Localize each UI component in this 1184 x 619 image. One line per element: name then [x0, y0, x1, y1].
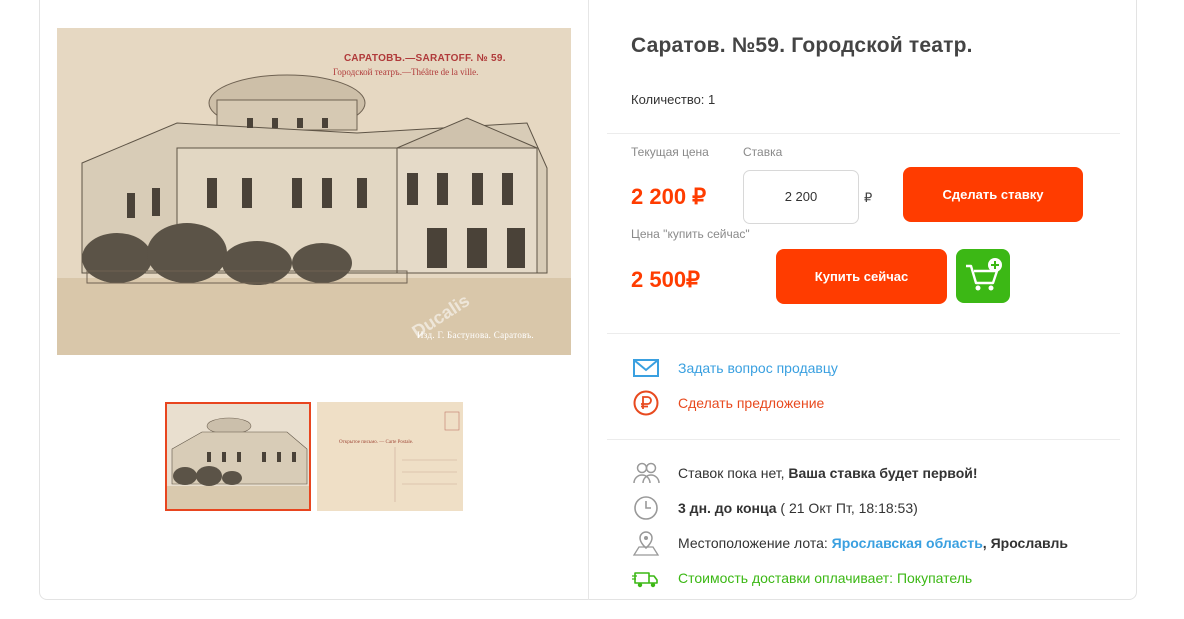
time-text: 3 дн. до конца ( 21 Окт Пт, 18:18:53)	[678, 500, 918, 516]
lot-title: Саратов. №59. Городской театр.	[631, 34, 973, 57]
quantity: Количество: 1	[631, 92, 716, 107]
make-offer-label: Сделать предложение	[678, 395, 825, 411]
location-prefix: Местоположение лота:	[678, 535, 832, 551]
clock-icon	[634, 496, 658, 520]
thumbnail-back[interactable]: Открытое письмо. — Carte Postale.	[317, 402, 463, 511]
current-price-label: Текущая цена	[631, 145, 709, 159]
add-to-cart-button[interactable]	[956, 249, 1010, 303]
thumbnail-back-text: Открытое письмо. — Carte Postale.	[339, 440, 414, 445]
users-icon	[633, 462, 660, 484]
bids-first: Ваша ставка будет первой!	[788, 465, 978, 481]
location-text: Местоположение лота: Ярославская область…	[678, 535, 1068, 551]
ruble-circle-icon	[633, 390, 659, 416]
buy-now-label: Цена "купить сейчас"	[631, 227, 750, 241]
main-photo[interactable]: САРАТОВЪ.—SARATOFF. № 59. Городской теат…	[57, 28, 571, 355]
bid-currency: ₽	[864, 190, 873, 205]
location-region-link[interactable]: Ярославская область	[832, 535, 983, 551]
bid-input[interactable]: 2 200	[743, 170, 859, 224]
postcard-illustration	[57, 28, 571, 355]
place-bid-button[interactable]: Сделать ставку	[903, 167, 1083, 222]
bids-text: Ставок пока нет, Ваша ставка будет перво…	[678, 465, 978, 481]
thumbnail-front-image	[167, 404, 309, 509]
buy-now-button[interactable]: Купить сейчас	[776, 249, 947, 304]
add-to-cart-icon	[966, 258, 1002, 291]
delivery-text: Стоимость доставки оплачивает: Покупател…	[678, 570, 973, 586]
divider	[607, 133, 1120, 134]
envelope-icon	[633, 359, 659, 377]
buy-now-price: 2 500₽	[631, 267, 701, 292]
delivery-truck-icon	[632, 572, 658, 588]
divider	[607, 439, 1120, 440]
postcard-title: САРАТОВЪ.—SARATOFF. № 59.	[344, 53, 506, 64]
bids-prefix: Ставок пока нет,	[678, 465, 789, 481]
make-offer-link[interactable]: Сделать предложение	[631, 388, 851, 418]
ask-seller-label: Задать вопрос продавцу	[678, 360, 838, 376]
end-date: ( 21 Окт Пт, 18:18:53)	[776, 500, 918, 516]
bid-label: Ставка	[743, 145, 783, 159]
column-divider	[588, 0, 589, 600]
time-left: 3 дн. до конца	[678, 500, 777, 516]
location-city: , Ярославль	[982, 535, 1068, 551]
ask-seller-link[interactable]: Задать вопрос продавцу	[631, 353, 851, 383]
location-pin-icon	[632, 531, 660, 556]
divider	[607, 333, 1120, 334]
current-price: 2 200 ₽	[631, 184, 707, 209]
thumbnail-front[interactable]	[165, 402, 311, 511]
thumbnail-back-image	[317, 402, 463, 511]
postcard-subtitle: Городской театръ.—Théâtre de la ville.	[333, 67, 479, 77]
